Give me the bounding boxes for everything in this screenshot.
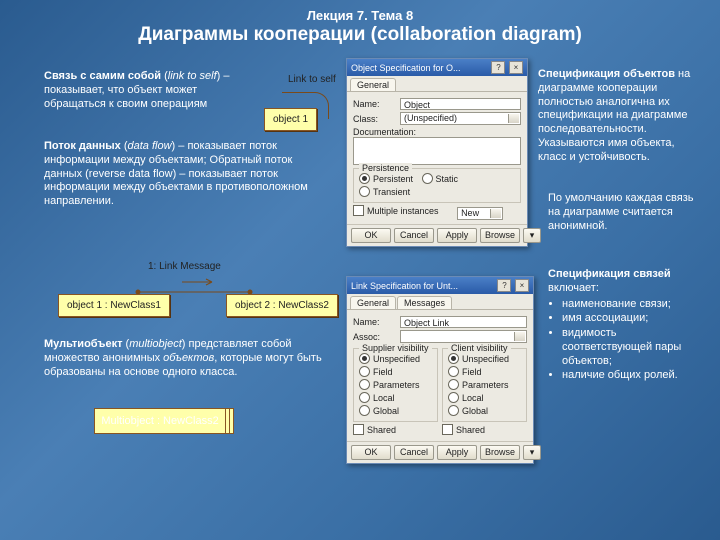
checkbox-multiple-instances[interactable]: Multiple instances	[353, 205, 439, 216]
dialog1-titlebar[interactable]: Object Specification for O... ? ×	[347, 59, 527, 76]
radio-supplier-field[interactable]: Field	[359, 366, 393, 377]
lecture-number: Лекция 7. Тема 8	[0, 8, 720, 23]
dropdown-icon[interactable]: ▾	[523, 445, 541, 460]
dropdown-icon[interactable]: ▾	[523, 228, 541, 243]
apply-button[interactable]: Apply	[437, 445, 477, 460]
select-new[interactable]: New	[457, 207, 503, 220]
page-title: Диаграммы кооперации (collaboration diag…	[0, 24, 720, 46]
label-assoc: Assoc:	[353, 332, 397, 342]
text-anon-link: По умолчанию каждая связь на диаграмме с…	[548, 192, 706, 233]
radio-supplier-parameters[interactable]: Parameters	[359, 379, 420, 390]
label-name: Name:	[353, 99, 397, 109]
ok-button[interactable]: OK	[351, 228, 391, 243]
radio-client-global[interactable]: Global	[448, 405, 488, 416]
text-multiobject: Мультиобъект (multiobject) представляет …	[44, 338, 332, 379]
radio-static[interactable]: Static	[422, 173, 459, 184]
radio-client-parameters[interactable]: Parameters	[448, 379, 509, 390]
cancel-button[interactable]: Cancel	[394, 228, 434, 243]
radio-client-unspecified[interactable]: Unspecified	[448, 353, 509, 364]
help-icon[interactable]: ?	[491, 61, 505, 74]
input-link-name[interactable]: Object Link	[400, 316, 527, 328]
group-persistence: Persistent Static Transient	[353, 168, 521, 203]
radio-client-local[interactable]: Local	[448, 392, 484, 403]
close-icon[interactable]: ×	[509, 61, 523, 74]
text-data-flow: Поток данных (data flow) – показывает по…	[44, 140, 322, 209]
diagram-object-2-class: object 2 : NewClass2	[226, 294, 338, 317]
text-link-spec: Спецификация связей включает: наименован…	[548, 268, 706, 384]
help-icon[interactable]: ?	[497, 279, 511, 292]
diagram-label-message: 1: Link Message	[148, 261, 221, 272]
group-supplier-visibility: Unspecified Field Parameters Local Globa…	[353, 348, 438, 422]
dialog2-titlebar[interactable]: Link Specification for Unt... ? ×	[347, 277, 533, 294]
dialog-object-spec: Object Specification for O... ? × Genera…	[346, 58, 528, 247]
diagram-multiobject: Multiobject : NewClass2	[94, 408, 234, 444]
diagram-object-1: object 1	[264, 108, 317, 131]
radio-supplier-global[interactable]: Global	[359, 405, 399, 416]
dialog-link-spec: Link Specification for Unt... ? × Genera…	[346, 276, 534, 464]
input-name[interactable]: Object	[400, 98, 521, 110]
label-class: Class:	[353, 114, 397, 124]
label-documentation: Documentation:	[353, 127, 521, 137]
ok-button[interactable]: OK	[351, 445, 391, 460]
checkbox-shared-client[interactable]: Shared	[442, 424, 485, 435]
browse-button[interactable]: Browse	[480, 445, 520, 460]
radio-persistent[interactable]: Persistent	[359, 173, 413, 184]
tab-general[interactable]: General	[350, 78, 396, 91]
tab-messages[interactable]: Messages	[397, 296, 452, 309]
apply-button[interactable]: Apply	[437, 228, 477, 243]
radio-client-field[interactable]: Field	[448, 366, 482, 377]
cancel-button[interactable]: Cancel	[394, 445, 434, 460]
radio-supplier-local[interactable]: Local	[359, 392, 395, 403]
text-object-spec: Спецификация объектов на диаграмме коопе…	[538, 68, 700, 164]
textarea-documentation[interactable]	[353, 137, 521, 165]
radio-transient[interactable]: Transient	[359, 186, 410, 197]
checkbox-shared-supplier[interactable]: Shared	[353, 424, 396, 435]
select-class[interactable]: (Unspecified)	[400, 112, 521, 125]
diagram-object-1-class: object 1 : NewClass1	[58, 294, 170, 317]
message-arrow-icon	[134, 276, 254, 296]
browse-button[interactable]: Browse	[480, 228, 520, 243]
close-icon[interactable]: ×	[515, 279, 529, 292]
select-assoc[interactable]	[400, 330, 527, 343]
tab-general[interactable]: General	[350, 296, 396, 309]
diagram-label-link-to-self: Link to self	[288, 74, 336, 85]
group-client-visibility: Unspecified Field Parameters Local Globa…	[442, 348, 527, 422]
radio-supplier-unspecified[interactable]: Unspecified	[359, 353, 420, 364]
text-link-to-self: Связь с самим собой (link to self) – пок…	[44, 70, 244, 111]
label-name: Name:	[353, 317, 397, 327]
